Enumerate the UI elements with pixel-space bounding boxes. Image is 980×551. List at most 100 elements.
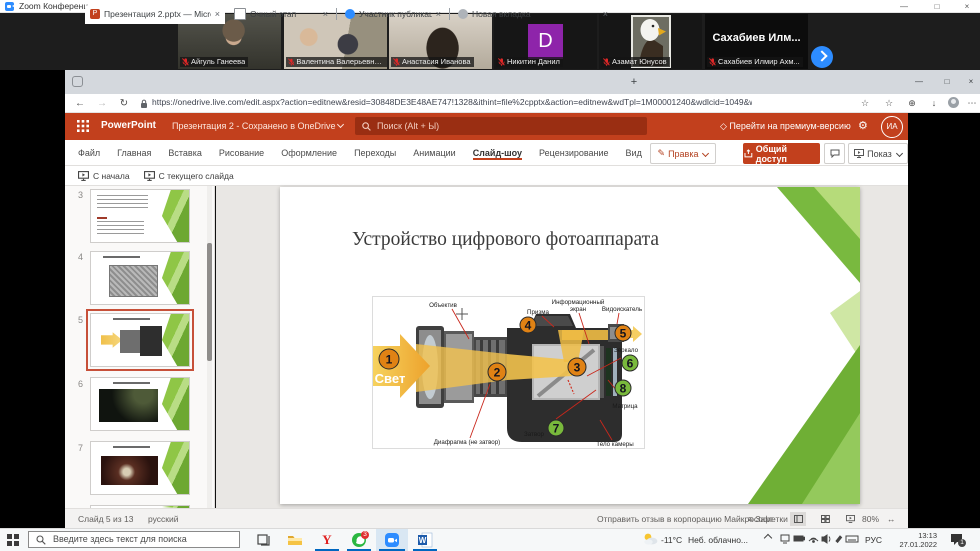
participant-name: Анастасия Иванова	[402, 57, 471, 67]
tab-close-icon[interactable]: ×	[323, 9, 328, 19]
normal-view-button[interactable]	[790, 512, 806, 526]
browser-profile-avatar[interactable]	[948, 97, 959, 108]
slideshow-icon	[854, 149, 864, 158]
ribbon-tab-transitions[interactable]: Переходы	[354, 148, 396, 158]
ribbon-tab-draw[interactable]: Рисование	[219, 148, 264, 158]
svg-text:Объектив: Объектив	[429, 302, 458, 309]
system-tray-icons[interactable]	[780, 533, 860, 545]
weather-icon[interactable]	[643, 532, 658, 546]
edit-mode-button[interactable]: ✎ Правка	[650, 143, 716, 164]
ribbon-tab-view[interactable]: Вид	[626, 148, 642, 158]
yandex-browser-icon[interactable]: Y	[319, 532, 335, 548]
fit-slide-icon[interactable]: ↔	[887, 514, 896, 524]
notification-badge: 1	[958, 539, 966, 547]
comments-button[interactable]	[824, 143, 845, 164]
new-tab-button[interactable]: +	[626, 74, 642, 90]
zoom-maximize-button[interactable]: □	[928, 0, 946, 13]
ribbon-tab-slideshow[interactable]: Слайд-шоу	[473, 146, 522, 161]
downloads-icon[interactable]: ↓	[926, 96, 942, 111]
thumbnail-scrollbar[interactable]	[207, 186, 212, 508]
keyboard-language[interactable]: РУС	[865, 535, 882, 545]
thumbnail-title	[113, 446, 150, 448]
start-button[interactable]	[7, 534, 19, 546]
share-button[interactable]: Общий доступ	[743, 143, 820, 164]
current-slide[interactable]: Устройство цифрового фотоаппарата	[280, 187, 860, 504]
browser-tab[interactable]: Очный этап ×	[229, 4, 333, 24]
zoom-close-button[interactable]: ×	[958, 0, 976, 13]
svg-text:Затвор: Затвор	[524, 431, 545, 438]
taskbar-search-input[interactable]: Введите здесь текст для поиска	[28, 531, 240, 548]
slide-thumbnail-3[interactable]	[90, 189, 190, 243]
premium-upgrade-link[interactable]: ◇ Перейти на премиум-версию	[720, 121, 851, 132]
browser-menu-icon[interactable]: ⋯	[964, 96, 980, 111]
account-avatar[interactable]: ИА	[881, 116, 903, 138]
slide-thumbnail-4[interactable]	[90, 251, 190, 305]
ribbon-tab-review[interactable]: Рецензирование	[539, 148, 609, 158]
favorites-add-icon[interactable]: ☆	[857, 96, 873, 111]
back-button[interactable]: ←	[72, 95, 88, 112]
mic-muted-icon	[603, 58, 610, 66]
clock[interactable]: 13:13 27.01.2022	[885, 531, 937, 549]
ribbon-tab-home[interactable]: Главная	[117, 148, 151, 158]
app-launcher-icon[interactable]	[77, 120, 89, 132]
scrollbar-thumb[interactable]	[207, 243, 212, 361]
from-start-button[interactable]: С начала	[78, 171, 130, 181]
ribbon-tab-design[interactable]: Оформление	[281, 148, 337, 158]
present-button[interactable]: Показ	[848, 143, 908, 164]
weather-temperature[interactable]: -11°C	[661, 535, 682, 545]
zoom-app-icon	[5, 2, 14, 11]
task-view-icon[interactable]	[256, 532, 272, 548]
light-label: Свет	[375, 371, 406, 386]
settings-gear-icon[interactable]: ⚙	[858, 119, 868, 132]
zoom-level[interactable]: 80%	[862, 514, 879, 524]
ribbon-tab-file[interactable]: Файл	[78, 148, 100, 158]
svg-text:1: 1	[386, 353, 393, 367]
slide-thumbnail-5-selected[interactable]	[90, 313, 190, 367]
forward-button[interactable]: →	[94, 95, 110, 112]
browser-minimize-button[interactable]: —	[910, 75, 928, 88]
grid-view-button[interactable]	[817, 512, 833, 526]
word-icon[interactable]: W	[417, 532, 433, 548]
svg-text:Диафрагма (не затвор): Диафрагма (не затвор)	[434, 439, 501, 446]
zoom-app-icon[interactable]	[384, 532, 400, 548]
slide-title[interactable]: Устройство цифрового фотоаппарата	[352, 229, 772, 251]
ribbon-tab-insert[interactable]: Вставка	[168, 148, 201, 158]
ribbon-tab-animations[interactable]: Анимации	[413, 148, 455, 158]
tab-close-icon[interactable]: ×	[436, 9, 441, 19]
camera-diagram[interactable]: Свет 1	[372, 296, 645, 449]
from-current-slide-button[interactable]: С текущего слайда	[144, 171, 234, 181]
app-name[interactable]: PowerPoint	[101, 120, 156, 131]
next-participants-button[interactable]	[811, 46, 833, 68]
browser-tab[interactable]: Новая вкладка ×	[453, 4, 613, 24]
participant-tile[interactable]: Сахабиев Илм... Сахабиев Илмир Ахм...	[705, 14, 808, 69]
notes-button[interactable]: ≡ Заметки	[748, 514, 788, 524]
svg-text:7: 7	[553, 422, 560, 436]
thumbnail-number: 4	[71, 252, 83, 262]
language-status[interactable]: русский	[148, 514, 179, 524]
browser-tab[interactable]: Участник публикации - Zoom ×	[340, 4, 446, 24]
svg-text:Зеркало: Зеркало	[614, 347, 639, 354]
favorites-icon[interactable]: ☆	[881, 96, 897, 111]
weather-condition[interactable]: Неб. облачно...	[688, 535, 748, 545]
address-bar[interactable]: https://onedrive.live.com/edit.aspx?acti…	[152, 97, 752, 107]
svg-text:3: 3	[574, 361, 581, 375]
slideshow-view-button[interactable]	[842, 512, 858, 526]
browser-close-button[interactable]: ×	[962, 75, 980, 88]
slide-thumbnail-7[interactable]	[90, 441, 190, 495]
file-explorer-icon[interactable]	[287, 532, 303, 548]
svg-text:Информационный: Информационный	[552, 299, 605, 306]
document-title[interactable]: Презентация 2 - Сохранено в OneDrive	[172, 121, 343, 131]
tab-close-icon[interactable]: ×	[215, 9, 220, 19]
tab-search-icon[interactable]	[72, 76, 83, 87]
browser-maximize-button[interactable]: □	[938, 75, 956, 88]
search-input[interactable]: Поиск (Alt + Ы)	[355, 117, 647, 135]
collections-icon[interactable]: ⊕	[904, 96, 920, 111]
lock-icon[interactable]	[140, 99, 148, 109]
participant-tile[interactable]: Азамат Юнусов	[599, 14, 702, 69]
slide-thumbnail-6[interactable]	[90, 377, 190, 431]
browser-tab-active[interactable]: P Презентация 2.pptx — Microso ×	[85, 4, 225, 24]
zoom-minimize-button[interactable]: —	[895, 0, 913, 13]
refresh-button[interactable]: ↻	[116, 95, 132, 112]
tab-close-icon[interactable]: ×	[603, 9, 608, 19]
screen-mask-right	[908, 113, 980, 528]
